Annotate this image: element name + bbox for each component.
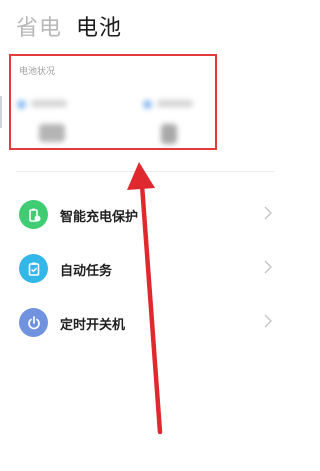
menu-item-scheduled-power[interactable]: 定时开关机 bbox=[0, 298, 286, 352]
menu-item-label: 自动任务 bbox=[60, 264, 113, 279]
battery-status-title: 电池状况 bbox=[19, 67, 56, 77]
clipboard-check-icon bbox=[19, 254, 48, 283]
battery-shield-icon bbox=[19, 200, 48, 229]
header-tabs: 省电 电池 bbox=[16, 10, 122, 42]
blurred-value bbox=[39, 124, 65, 142]
menu-item-label: 智能充电保护 bbox=[60, 210, 139, 225]
chevron-right-icon bbox=[264, 260, 272, 274]
menu-item-label: 定时开关机 bbox=[60, 318, 126, 333]
menu-item-auto-tasks[interactable]: 自动任务 bbox=[0, 244, 286, 298]
tab-battery[interactable]: 电池 bbox=[76, 10, 122, 42]
tab-power-saving[interactable]: 省电 bbox=[16, 10, 62, 42]
chevron-right-icon bbox=[264, 206, 272, 220]
chevron-right-icon bbox=[264, 314, 272, 328]
battery-menu-list: 智能充电保护 自动任务 定时开关机 bbox=[0, 190, 286, 352]
menu-item-smart-charging[interactable]: 智能充电保护 bbox=[0, 190, 286, 244]
blurred-value bbox=[161, 124, 177, 144]
battery-status-card[interactable]: 电池状况 bbox=[9, 54, 217, 150]
status-dot-icon bbox=[143, 100, 152, 109]
blurred-label bbox=[31, 100, 67, 107]
scroll-indicator bbox=[0, 96, 2, 128]
blurred-label bbox=[157, 100, 193, 107]
status-dot-icon bbox=[17, 100, 26, 109]
power-icon bbox=[19, 308, 48, 337]
section-divider bbox=[16, 171, 274, 172]
